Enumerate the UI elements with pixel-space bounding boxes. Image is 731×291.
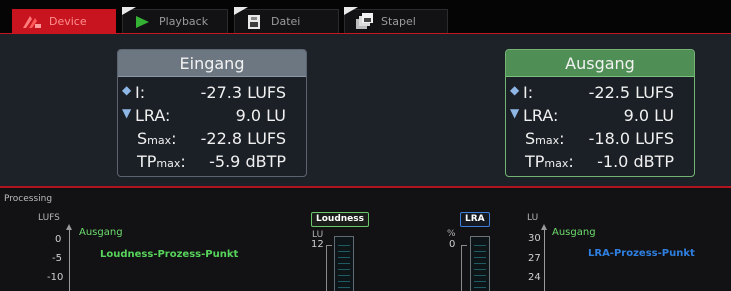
right-tick-0: 30 [528,233,541,244]
lra-meter-tick: 0 [449,239,456,250]
loudness-meter [334,236,354,291]
left-tick-1: -5 [52,253,62,264]
device-wave-icon [21,13,43,31]
lra-meter-bracket [461,245,467,291]
loudness-meter-bracket [326,245,332,291]
tab-playback[interactable]: Playback [122,7,228,33]
tab-stapel[interactable]: Stapel [344,7,448,33]
loudness-process-point-label: Loudness-Prozess-Punkt [100,249,239,260]
file-icon [243,13,265,31]
input-tpmax-row: TPmax: -5.9 dBTP [118,149,306,172]
triangle-down-marker-icon: ▼ [122,106,132,120]
processing-title: Processing [4,194,53,204]
lra-process-point-label: LRA-Prozess-Punkt [588,248,695,259]
output-smax-label-main: S [525,129,536,148]
input-integrated-row: ◆ I: -27.3 LUFS [118,80,306,103]
input-card: Eingang ◆ I: -27.3 LUFS ▼ LRA: 9.0 LU Sm… [117,49,307,177]
input-smax-label-main: S [137,129,148,148]
input-smax-row: Smax: -22.8 LUFS [118,126,306,149]
left-axis-line [69,228,70,291]
tab-datei[interactable]: Datei [234,7,339,33]
triangle-down-marker-icon: ▼ [510,106,520,120]
loudness-summary-panel: Eingang ◆ I: -27.3 LUFS ▼ LRA: 9.0 LU Sm… [0,34,731,186]
output-lra-row: ▼ LRA: 9.0 LU [506,103,694,126]
output-tpmax-value: -1.0 dBTP [597,152,674,171]
tab-bar: Device Playback Datei Stapel [0,0,731,33]
play-icon [131,13,153,31]
left-tick-0: 0 [55,234,62,245]
diamond-marker-icon: ◆ [122,83,132,97]
input-tpmax-label-colon: : [180,152,186,171]
output-integrated-row: ◆ I: -22.5 LUFS [506,80,694,103]
right-axis-unit: LU [527,213,539,223]
input-tpmax-value: -5.9 dBTP [209,152,286,171]
input-tpmax-label: TPmax: [137,152,186,171]
loudness-meter-tick: 12 [311,239,324,250]
lra-meter-unit: % [447,229,456,239]
processing-panel: Processing LUFS 0 -5 -10 Ausgang Loudnes… [0,188,731,291]
output-card: Ausgang ◆ I: -22.5 LUFS ▼ LRA: 9.0 LU Sm… [505,49,695,177]
loudness-badge: Loudness [311,212,369,227]
right-tick-2: 24 [528,272,541,283]
output-card-title: Ausgang [506,50,694,77]
tab-device[interactable]: Device [12,9,116,33]
output-i-label: I: [523,83,534,102]
tab-playback-label: Playback [159,15,209,28]
right-axis-line [544,228,545,291]
output-smax-label-colon: : [559,129,565,148]
output-tpmax-row: TPmax: -1.0 dBTP [506,149,694,172]
right-tick-1: 27 [528,253,541,264]
lra-badge: LRA [460,212,490,227]
input-smax-value: -22.8 LUFS [200,129,286,148]
lra-meter [470,236,490,291]
tab-device-label: Device [49,15,87,28]
left-axis-unit: LUFS [38,213,60,223]
output-smax-label: Smax: [525,129,565,148]
input-i-value: -27.3 LUFS [200,83,286,102]
input-lra-label: LRA: [135,106,171,125]
output-smax-value: -18.0 LUFS [588,129,674,148]
diamond-marker-icon: ◆ [510,83,520,97]
output-lra-label: LRA: [523,106,559,125]
input-i-label: I: [135,83,146,102]
input-lra-row: ▼ LRA: 9.0 LU [118,103,306,126]
input-card-title: Eingang [118,50,306,77]
output-tpmax-label-main: TP [525,152,545,171]
input-tpmax-label-main: TP [137,152,157,171]
output-smax-row: Smax: -18.0 LUFS [506,126,694,149]
left-series-label: Ausgang [79,227,123,238]
tab-datei-label: Datei [271,15,301,28]
input-tpmax-label-sub: max [156,157,181,170]
input-smax-label: Smax: [137,129,177,148]
left-tick-2: -10 [47,272,64,283]
output-tpmax-label: TPmax: [525,152,574,171]
stack-icon [353,12,375,31]
output-tpmax-label-sub: max [544,157,569,170]
tab-stapel-label: Stapel [381,15,416,28]
output-smax-label-sub: max [535,134,560,147]
output-lra-value: 9.0 LU [623,106,674,125]
output-tpmax-label-colon: : [568,152,574,171]
right-series-label: Ausgang [552,227,596,238]
input-smax-label-colon: : [171,129,177,148]
input-smax-label-sub: max [147,134,172,147]
input-lra-value: 9.0 LU [235,106,286,125]
output-i-value: -22.5 LUFS [588,83,674,102]
